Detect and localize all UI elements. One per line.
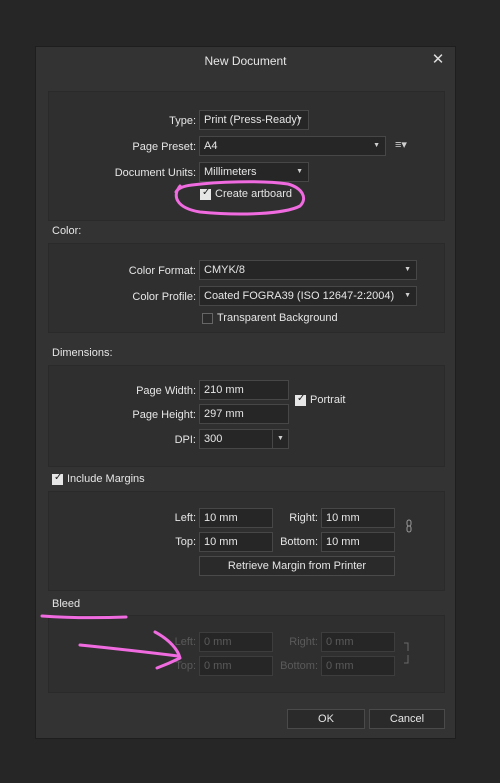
dialog-titlebar[interactable]: New Document ✕ <box>36 47 455 75</box>
bleed-bottom-input: 0 mm <box>321 656 395 676</box>
dpi-label: DPI: <box>174 434 196 446</box>
type-select[interactable]: Print (Press-Ready) ▼ <box>199 110 309 130</box>
chevron-down-icon: ▼ <box>373 142 380 149</box>
chevron-down-icon: ▼ <box>296 168 303 175</box>
bleed-bottom-label: Bottom: <box>280 660 318 672</box>
dialog-title: New Document <box>204 54 287 68</box>
portrait-label: Portrait <box>310 394 346 406</box>
bleed-right-input: 0 mm <box>321 632 395 652</box>
margin-bottom-label: Bottom: <box>280 536 318 548</box>
dimensions-section-title: Dimensions: <box>52 347 113 359</box>
include-margins-checkbox[interactable] <box>52 472 63 485</box>
document-units-label: Document Units: <box>114 167 196 179</box>
bleed-top-label: Top: <box>175 660 196 672</box>
margin-right-label: Right: <box>289 512 318 524</box>
page-height-label: Page Height: <box>132 409 196 421</box>
chevron-down-icon: ▼ <box>404 292 411 299</box>
bleed-right-label: Right: <box>289 636 318 648</box>
page-height-input[interactable]: 297 mm <box>199 404 289 424</box>
page-preset-label: Page Preset: <box>132 141 196 153</box>
color-profile-value: Coated FOGRA39 (ISO 12647-2:2004) <box>204 290 395 302</box>
page-width-input[interactable]: 210 mm <box>199 380 289 400</box>
chevron-down-icon: ▼ <box>277 435 284 442</box>
color-format-label: Color Format: <box>128 265 196 277</box>
retrieve-margin-button[interactable]: Retrieve Margin from Printer <box>199 556 395 576</box>
page-preset-select[interactable]: A4 ▼ <box>199 136 386 156</box>
margin-top-label: Top: <box>175 536 196 548</box>
bleed-section-title: Bleed <box>52 598 81 610</box>
color-section-title: Color: <box>52 225 82 237</box>
document-units-value: Millimeters <box>204 166 257 178</box>
document-units-select[interactable]: Millimeters ▼ <box>199 162 309 182</box>
color-format-value: CMYK/8 <box>204 264 245 276</box>
dpi-dropdown[interactable]: ▼ <box>273 429 289 449</box>
margin-right-input[interactable]: 10 mm <box>321 508 395 528</box>
link-margins-icon[interactable] <box>404 517 414 537</box>
chevron-down-icon: ▼ <box>404 266 411 273</box>
page-width-label: Page Width: <box>136 385 196 397</box>
chevron-down-icon: ▼ <box>296 116 303 123</box>
type-select-value: Print (Press-Ready) <box>204 114 301 126</box>
transparent-background-checkbox[interactable] <box>202 313 213 324</box>
dpi-input[interactable]: 300 <box>199 429 273 449</box>
bleed-left-label: Left: <box>174 636 196 648</box>
ok-button[interactable]: OK <box>287 709 365 729</box>
margin-left-label: Left: <box>174 512 196 524</box>
portrait-checkbox[interactable] <box>295 393 306 406</box>
create-artboard-checkbox[interactable] <box>200 187 211 200</box>
new-document-dialog: New Document ✕ Type: Print (Press-Ready)… <box>35 46 456 739</box>
create-artboard-label: Create artboard <box>215 188 293 200</box>
transparent-background-label: Transparent Background <box>217 312 338 324</box>
include-margins-label: Include Margins <box>67 473 145 485</box>
color-format-select[interactable]: CMYK/8 ▼ <box>199 260 417 280</box>
margin-bottom-input[interactable]: 10 mm <box>321 532 395 552</box>
bleed-panel <box>48 615 445 693</box>
cancel-button[interactable]: Cancel <box>369 709 445 729</box>
page-preset-value: A4 <box>204 140 218 152</box>
type-label: Type: <box>169 115 196 127</box>
link-bleed-icon <box>404 642 409 664</box>
color-profile-select[interactable]: Coated FOGRA39 (ISO 12647-2:2004) ▼ <box>199 286 417 306</box>
preset-menu-icon[interactable]: ≡▾ <box>391 136 411 156</box>
close-icon[interactable]: ✕ <box>429 51 447 69</box>
color-profile-label: Color Profile: <box>132 291 196 303</box>
